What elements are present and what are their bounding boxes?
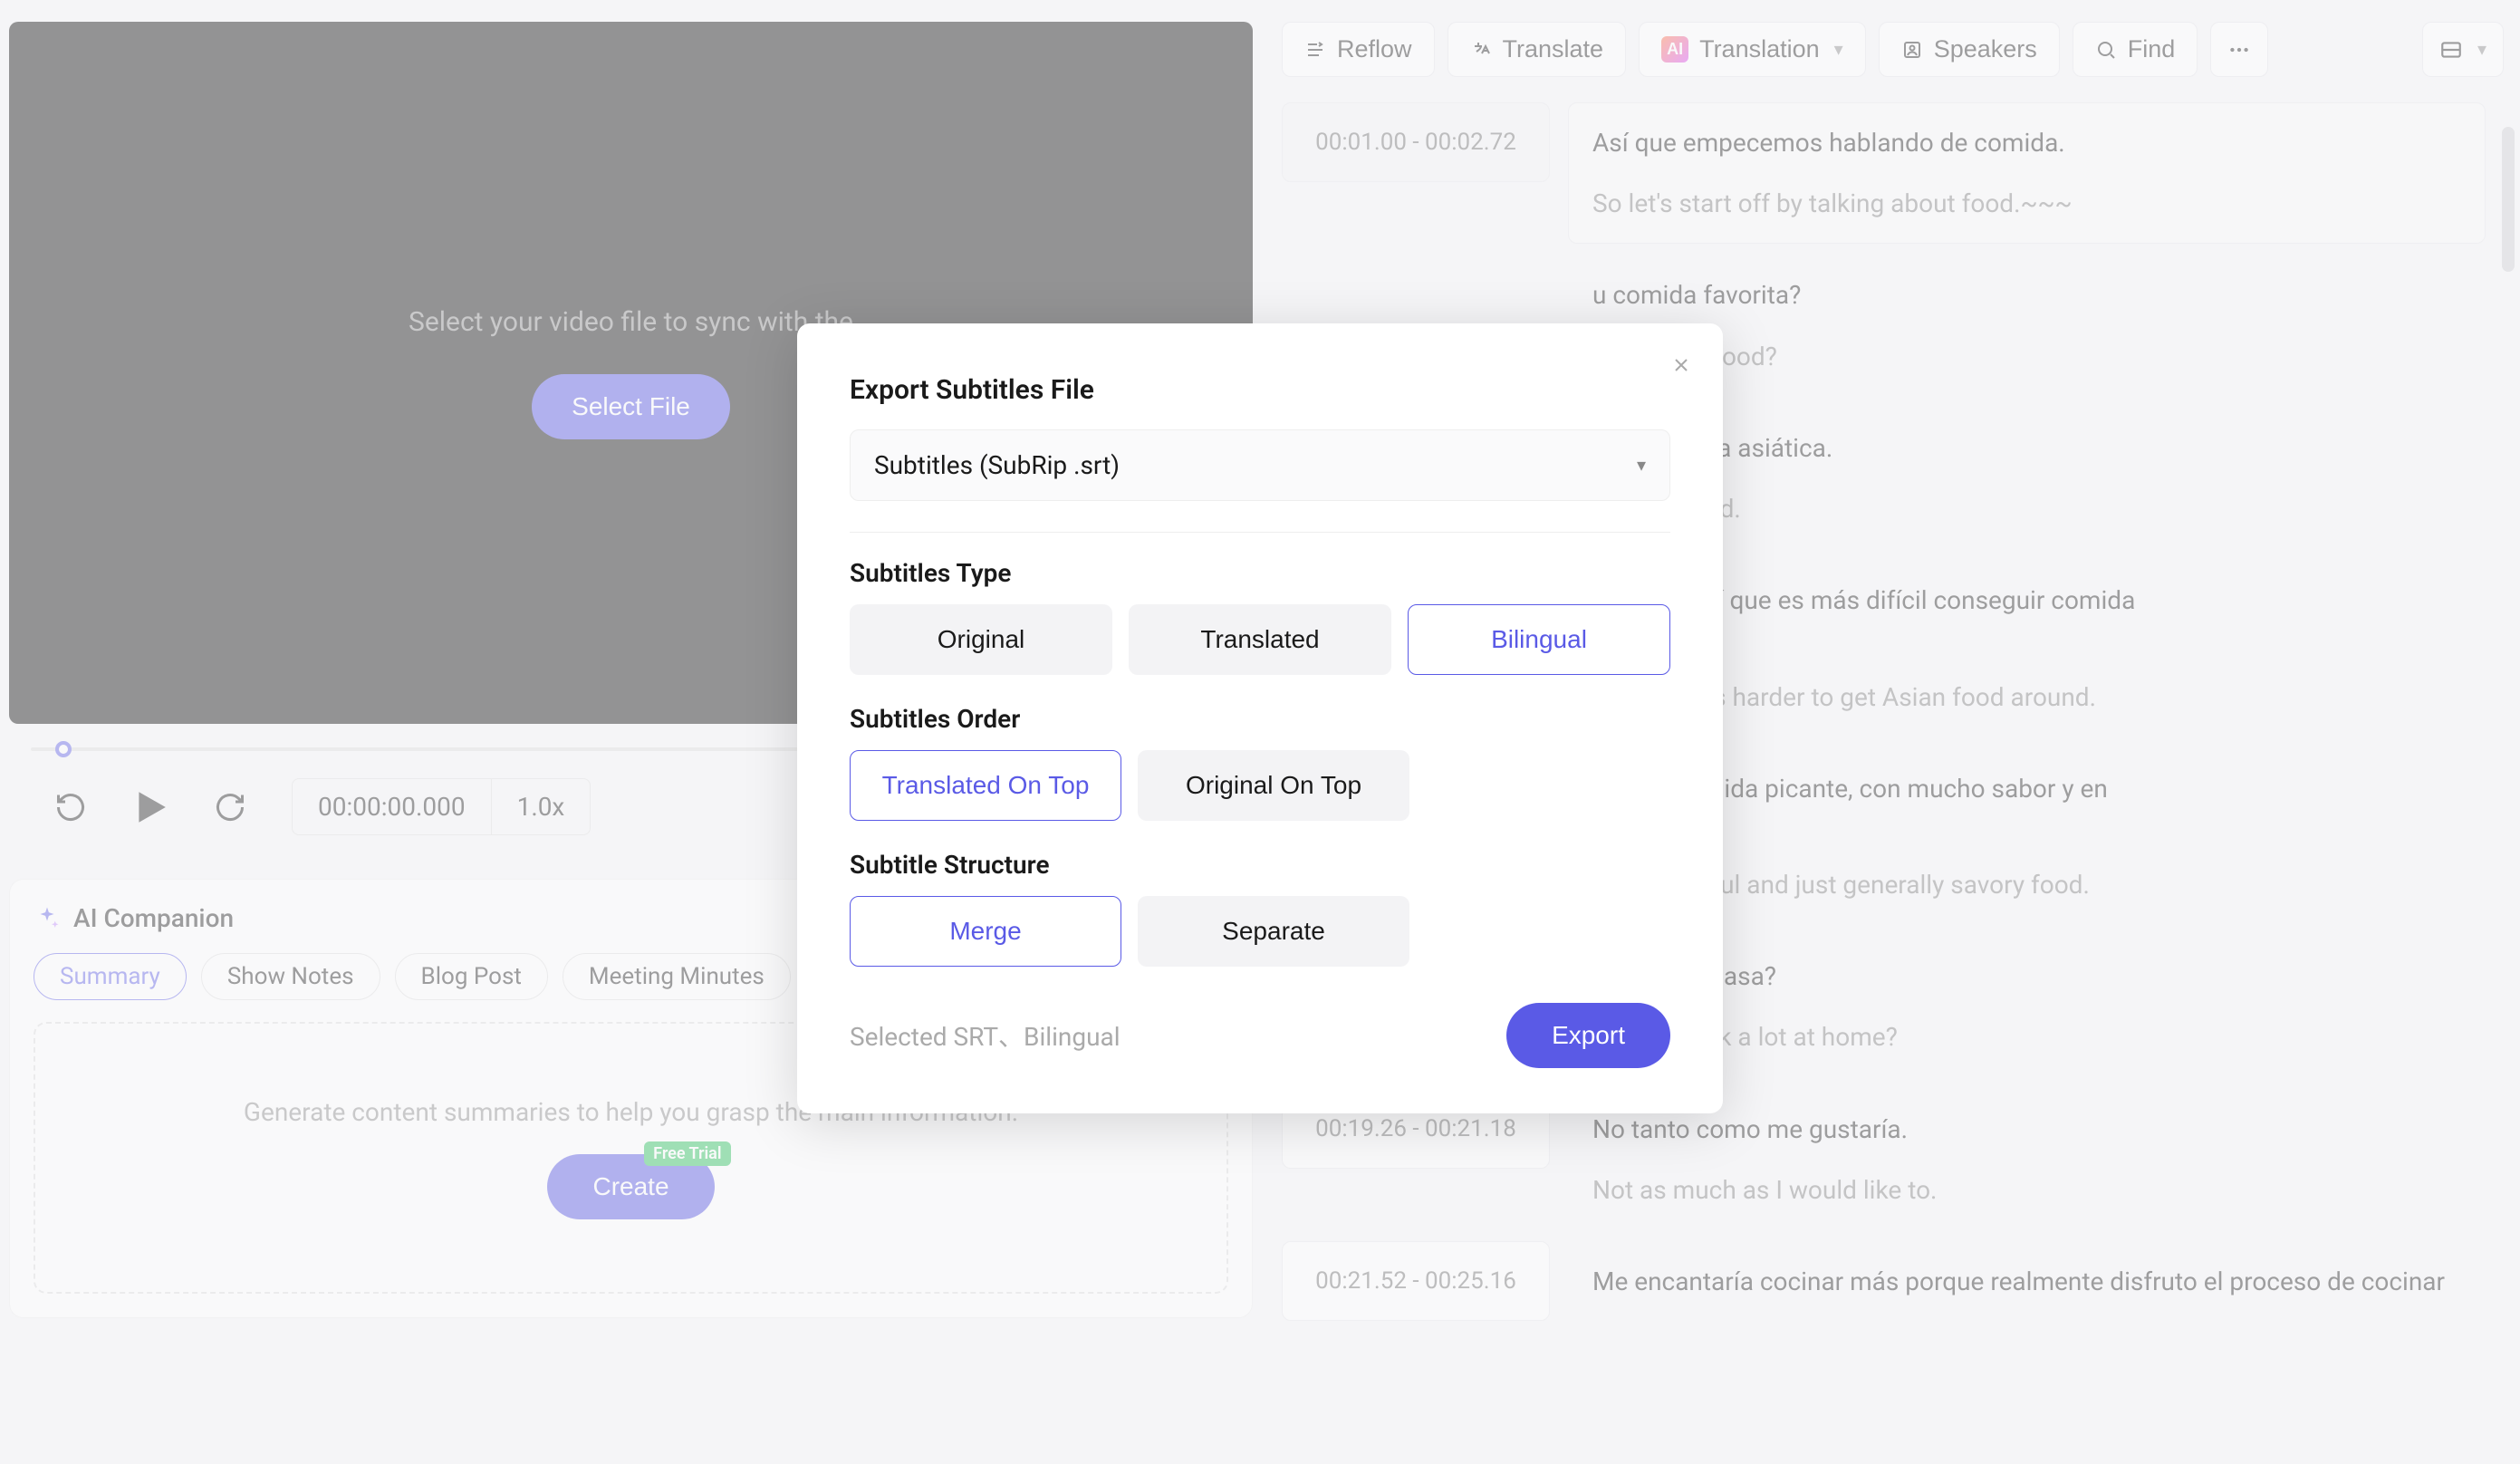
subtitle-type-original[interactable]: Original xyxy=(850,604,1112,675)
format-value: Subtitles (SubRip .srt) xyxy=(874,450,1120,480)
subtitle-order-original-on-top[interactable]: Original On Top xyxy=(1138,750,1409,821)
selected-summary: Selected SRT、Bilingual xyxy=(850,1017,1121,1054)
subtitle-structure-row: MergeSeparate xyxy=(850,896,1670,967)
subtitle-order-translated-on-top[interactable]: Translated On Top xyxy=(850,750,1121,821)
export-button[interactable]: Export xyxy=(1506,1003,1670,1068)
export-subtitles-modal: Export Subtitles File Subtitles (SubRip … xyxy=(797,323,1723,1114)
subtitles-type-row: OriginalTranslatedBilingual xyxy=(850,604,1670,675)
subtitles-order-label: Subtitles Order xyxy=(850,704,1670,734)
subtitle-structure-label: Subtitle Structure xyxy=(850,850,1670,880)
subtitle-type-translated[interactable]: Translated xyxy=(1129,604,1391,675)
format-select[interactable]: Subtitles (SubRip .srt) ▾ xyxy=(850,429,1670,501)
subtitles-type-label: Subtitles Type xyxy=(850,558,1670,588)
modal-overlay[interactable]: Export Subtitles File Subtitles (SubRip … xyxy=(0,0,2520,1464)
subtitle-structure-separate[interactable]: Separate xyxy=(1138,896,1409,967)
subtitle-type-bilingual[interactable]: Bilingual xyxy=(1408,604,1670,675)
modal-title: Export Subtitles File xyxy=(850,374,1670,406)
subtitles-order-row: Translated On TopOriginal On Top xyxy=(850,750,1670,821)
divider xyxy=(850,532,1670,534)
chevron-down-icon: ▾ xyxy=(1637,454,1646,476)
close-icon[interactable] xyxy=(1670,354,1692,376)
subtitle-structure-merge[interactable]: Merge xyxy=(850,896,1121,967)
